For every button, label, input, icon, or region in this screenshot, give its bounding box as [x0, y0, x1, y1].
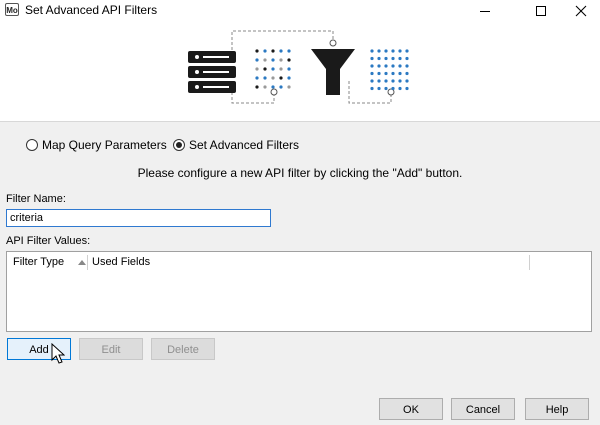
column-header-label: Filter Type [13, 256, 65, 268]
api-filter-values-table[interactable]: Filter Type Used Fields [6, 251, 592, 332]
illustration-banner [0, 21, 600, 121]
close-icon [575, 5, 587, 16]
radio-label: Map Query Parameters [42, 138, 167, 152]
instruction-text: Please configure a new API filter by cli… [137, 166, 463, 180]
dashed-connector-icon [231, 30, 392, 104]
blue-dot-grid-icon [370, 49, 409, 91]
funnel-icon [311, 49, 355, 95]
radio-map-query-parameters[interactable]: Map Query Parameters [26, 138, 167, 152]
maximize-icon [536, 5, 546, 16]
close-button[interactable] [558, 0, 600, 21]
radio-button-checked[interactable] [173, 139, 185, 151]
column-divider [529, 255, 530, 270]
server-icon [188, 51, 236, 93]
minimize-button[interactable] [462, 0, 508, 21]
title-bar: Mo Set Advanced API Filters [0, 0, 600, 21]
column-divider [87, 255, 88, 270]
filter-name-input[interactable] [6, 209, 271, 227]
edit-button[interactable]: Edit [79, 338, 143, 360]
filter-name-label: Filter Name: [6, 193, 66, 205]
radio-label: Set Advanced Filters [189, 138, 300, 152]
cancel-button[interactable]: Cancel [451, 398, 515, 420]
column-header-used-fields[interactable]: Used Fields [92, 252, 150, 273]
help-button[interactable]: Help [525, 398, 589, 420]
mouse-cursor-icon [51, 343, 65, 364]
minimize-icon [480, 10, 490, 12]
radio-set-advanced-filters[interactable]: Set Advanced Filters [173, 138, 299, 152]
window-title: Set Advanced API Filters [25, 3, 158, 17]
api-filter-values-label: API Filter Values: [6, 235, 91, 247]
column-header-filter-type[interactable]: Filter Type [13, 252, 87, 273]
delete-button[interactable]: Delete [151, 338, 215, 360]
radio-button[interactable] [26, 139, 38, 151]
app-icon: Mo [5, 3, 19, 16]
dot-matrix-icon [255, 49, 291, 89]
api-filter-illustration [188, 30, 409, 104]
sort-ascending-icon [78, 260, 87, 266]
ok-button[interactable]: OK [379, 398, 443, 420]
banner-divider [0, 121, 600, 122]
